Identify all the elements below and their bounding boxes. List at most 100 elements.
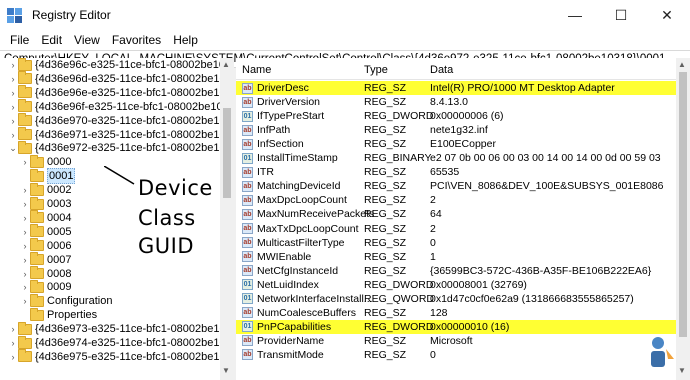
tree-item[interactable]: › 0000	[20, 154, 71, 169]
value-row[interactable]: ab MatchingDeviceId REG_SZ PCI\VEN_8086&DEV…	[236, 179, 676, 193]
chevron-right-icon[interactable]: ›	[8, 114, 18, 128]
chevron-right-icon[interactable]: ›	[8, 100, 18, 114]
menu-file[interactable]: File	[4, 33, 35, 47]
tree-item[interactable]: › {4d36e96f-e325-11ce-bfc1-08002be10318}	[8, 99, 233, 114]
column-name-header[interactable]: Name	[242, 64, 271, 76]
chevron-right-icon[interactable]: ›	[8, 336, 18, 350]
window-title: Registry Editor	[32, 8, 111, 22]
tree-item[interactable]: Properties	[20, 307, 97, 322]
chevron-right-icon[interactable]: ›	[20, 225, 30, 239]
values-scrollbar[interactable]: ▲ ▼	[676, 58, 690, 380]
value-name-cell: ab MWIEnable	[242, 250, 311, 264]
value-name-cell: ab NetCfgInstanceId	[242, 264, 338, 278]
tree-item[interactable]: › {4d36e96c-e325-11ce-bfc1-08002be10318}	[8, 58, 233, 72]
folder-icon	[30, 154, 44, 168]
values-scroll-up-icon[interactable]: ▲	[678, 60, 686, 69]
value-row[interactable]: 01 NetLuidIndex REG_DWORD 0x00008001 (32769…	[236, 278, 676, 292]
tree-item[interactable]: › {4d36e970-e325-11ce-bfc1-08002be10318}	[8, 113, 234, 128]
tree-item[interactable]: › {4d36e96e-e325-11ce-bfc1-08002be10318}	[8, 85, 233, 100]
folder-icon	[30, 196, 44, 210]
column-type-header[interactable]: Type	[364, 64, 388, 76]
value-name: InstallTimeStamp	[257, 152, 338, 165]
value-row[interactable]: ab TransmitMode REG_SZ 0	[236, 348, 676, 362]
tree-item-label: {4d36e972-e325-11ce-bfc1-08002be10318}	[35, 142, 234, 155]
value-row[interactable]: ab ITR REG_SZ 65535	[236, 165, 676, 179]
value-name-cell: ab ProviderName	[242, 334, 324, 348]
minimize-button[interactable]: —	[552, 0, 598, 30]
chevron-right-icon[interactable]: ›	[20, 294, 30, 308]
chevron-right-icon[interactable]: ›	[20, 197, 30, 211]
value-row[interactable]: 01 PnPCapabilities REG_DWORD 0x00000010 (16…	[236, 319, 676, 334]
chevron-right-icon[interactable]: ›	[20, 280, 30, 294]
chevron-right-icon[interactable]: ›	[20, 239, 30, 253]
scroll-up-icon[interactable]: ▲	[222, 60, 230, 69]
tree-item[interactable]: › {4d36e974-e325-11ce-bfc1-08002be10318}	[8, 335, 233, 350]
tree-item[interactable]: › 0005	[20, 224, 71, 239]
chevron-right-icon[interactable]: ›	[20, 155, 30, 169]
chevron-right-icon[interactable]: ›	[8, 350, 18, 364]
value-row[interactable]: ab MaxNumReceivePackets REG_SZ 64	[236, 207, 676, 221]
value-row[interactable]: ab MaxTxDpcLoopCount REG_SZ 2	[236, 222, 676, 236]
tree-item[interactable]: › 0002	[20, 182, 71, 197]
value-row[interactable]: ab ProviderName REG_SZ Microsoft	[236, 334, 676, 348]
maximize-button[interactable]: ☐	[598, 0, 644, 30]
tree-item[interactable]: › {4d36e96d-e325-11ce-bfc1-08002be10318}	[8, 71, 234, 86]
menu-view[interactable]: View	[68, 33, 106, 47]
tree-item[interactable]: › {4d36e975-e325-11ce-bfc1-08002be10318}	[8, 349, 233, 364]
value-row[interactable]: 01 IfTypePreStart REG_DWORD 0x00000006 (6)	[236, 109, 676, 123]
menu-edit[interactable]: Edit	[35, 33, 68, 47]
value-row[interactable]: 01 NetworkInterfaceInstall... REG_QWORD 0x1…	[236, 292, 676, 306]
tree-item-label: {4d36e96d-e325-11ce-bfc1-08002be10318}	[35, 72, 234, 85]
chevron-right-icon[interactable]: ›	[8, 322, 18, 336]
tree-item[interactable]: 0001	[20, 168, 76, 185]
chevron-right-icon[interactable]: ›	[8, 86, 18, 100]
value-row[interactable]: ab MulticastFilterType REG_SZ 0	[236, 236, 676, 250]
tree-item[interactable]: › 0006	[20, 238, 71, 253]
tree-item[interactable]: › Configuration	[20, 293, 113, 308]
tree-item[interactable]: › {4d36e973-e325-11ce-bfc1-08002be10318}	[8, 321, 233, 336]
string-value-icon: ab	[242, 335, 253, 347]
menu-favorites[interactable]: Favorites	[106, 33, 167, 47]
tree-item[interactable]: ⌄ {4d36e972-e325-11ce-bfc1-08002be10318}	[8, 140, 234, 155]
tree-item-label: Configuration	[47, 295, 113, 308]
menu-help[interactable]: Help	[167, 33, 204, 47]
value-row[interactable]: ab InfSection REG_SZ E100ECopper	[236, 137, 676, 151]
tree-item[interactable]: › 0004	[20, 210, 71, 225]
chevron-right-icon[interactable]: ›	[8, 72, 18, 86]
tree-scroll-thumb[interactable]	[223, 108, 231, 198]
value-data: PCI\VEN_8086&DEV_100E&SUBSYS_001E8086	[430, 180, 664, 193]
value-row[interactable]: ab NetCfgInstanceId REG_SZ {36599BC3-572C-4…	[236, 264, 676, 278]
column-data-header[interactable]: Data	[430, 64, 453, 76]
tree-item[interactable]: › {4d36e971-e325-11ce-bfc1-08002be10318}	[8, 127, 233, 142]
value-row[interactable]: 01 InstallTimeStamp REG_BINARY e2 07 0b 00 …	[236, 151, 676, 165]
chevron-right-icon[interactable]: ›	[20, 211, 30, 225]
chevron-right-icon[interactable]: ›	[8, 58, 18, 72]
values-scroll-thumb[interactable]	[679, 72, 687, 337]
tree-item[interactable]: › 0009	[20, 279, 71, 294]
value-row[interactable]: ab InfPath REG_SZ nete1g32.inf	[236, 123, 676, 137]
tree-item[interactable]: › 0003	[20, 196, 72, 211]
value-row[interactable]: ab DriverVersion REG_SZ 8.4.13.0	[236, 95, 676, 109]
values-scroll-down-icon[interactable]: ▼	[678, 366, 686, 375]
value-row[interactable]: ab DriverDesc REG_SZ Intel(R) PRO/1000 MT D…	[236, 81, 676, 95]
value-name: IfTypePreStart	[257, 110, 325, 123]
value-row[interactable]: ab MWIEnable REG_SZ 1	[236, 250, 676, 264]
tree-item[interactable]: › 0008	[20, 266, 71, 281]
string-value-icon: ab	[242, 349, 253, 361]
chevron-right-icon[interactable]: ›	[20, 267, 30, 281]
chevron-right-icon[interactable]: ›	[8, 128, 18, 142]
chevron-right-icon[interactable]: ›	[20, 183, 30, 197]
values-pane[interactable]: Name Type Data ab DriverDesc REG_SZ Intel(R…	[236, 58, 690, 380]
key-tree-pane[interactable]: › {4d36e96c-e325-11ce-bfc1-08002be10318} ›…	[0, 58, 234, 380]
scroll-down-icon[interactable]: ▼	[222, 366, 230, 375]
close-button[interactable]: ✕	[644, 0, 690, 30]
value-row[interactable]: ab MaxDpcLoopCount REG_SZ 2	[236, 193, 676, 207]
chevron-down-icon[interactable]: ⌄	[8, 141, 18, 155]
folder-icon	[30, 307, 44, 321]
chevron-right-icon[interactable]: ›	[20, 253, 30, 267]
value-row[interactable]: ab NumCoalesceBuffers REG_SZ 128	[236, 306, 676, 320]
tree-item[interactable]: › 0007	[20, 252, 71, 267]
tree-item-label: {4d36e970-e325-11ce-bfc1-08002be10318}	[35, 114, 234, 127]
tree-scrollbar[interactable]: ▲ ▼	[220, 58, 234, 380]
tree-item-label: 0003	[47, 198, 72, 210]
